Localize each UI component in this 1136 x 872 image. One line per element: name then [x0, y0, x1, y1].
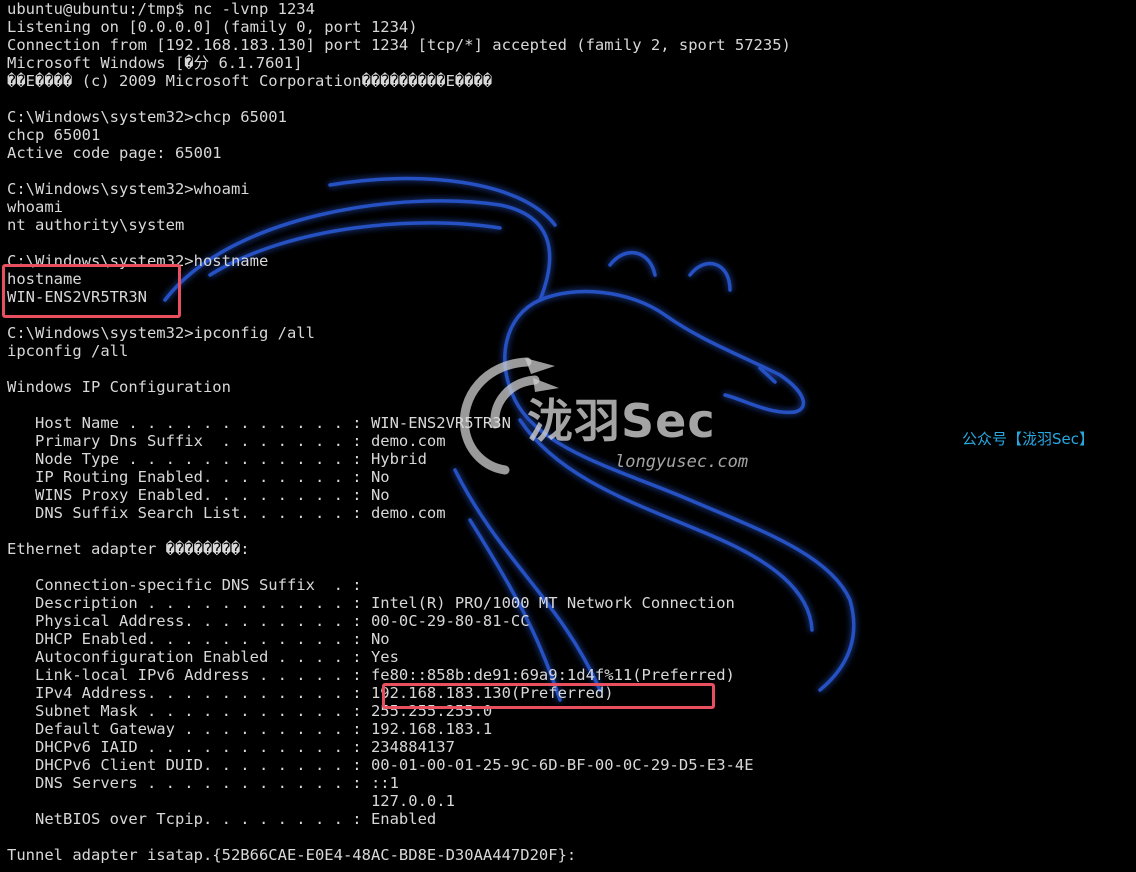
terminal-line: ubuntu@ubuntu:/tmp$ nc -lvnp 1234 [7, 0, 315, 18]
terminal-line: Ethernet adapter ��������: [7, 540, 250, 558]
terminal-line: WINS Proxy Enabled. . . . . . . . : No [7, 486, 390, 504]
terminal-line: C:\Windows\system32>ipconfig /all [7, 324, 315, 342]
terminal-line: C:\Windows\system32>chcp 65001 [7, 108, 287, 126]
terminal-line: Default Gateway . . . . . . . . . : 192.… [7, 720, 493, 738]
terminal-line: Primary Dns Suffix . . . . . . . : demo.… [7, 432, 446, 450]
terminal-line: nt authority\system [7, 216, 185, 234]
terminal-line: Active code page: 65001 [7, 144, 222, 162]
terminal-line: ��E���� (c) 2009 Microsoft Corporation��… [7, 72, 493, 90]
terminal-line: Connection-specific DNS Suffix . : [7, 576, 362, 594]
terminal-line: Link-local IPv6 Address . . . . . : fe80… [7, 666, 735, 684]
terminal-line: Autoconfiguration Enabled . . . . : Yes [7, 648, 399, 666]
watermark-account: 公众号【泷羽Sec】 [962, 430, 1094, 448]
terminal-output[interactable]: ubuntu@ubuntu:/tmp$ nc -lvnp 1234 Listeni… [7, 0, 791, 864]
terminal-line: Microsoft Windows [�分 6.1.7601] [7, 54, 303, 72]
terminal-line: NetBIOS over Tcpip. . . . . . . . : Enab… [7, 810, 437, 828]
ipv4-highlight-box [382, 683, 715, 709]
terminal-line: ipconfig /all [7, 342, 129, 360]
terminal-line: Listening on [0.0.0.0] (family 0, port 1… [7, 18, 418, 36]
terminal-line: chcp 65001 [7, 126, 101, 144]
terminal-line: DHCPv6 IAID . . . . . . . . . . . : 2348… [7, 738, 455, 756]
terminal-window[interactable]: 泷羽Sec longyusec.com 公众号【泷羽Sec】 ubuntu@ub… [0, 0, 1136, 872]
terminal-line: Connection from [192.168.183.130] port 1… [7, 36, 791, 54]
terminal-line: Windows IP Configuration [7, 378, 231, 396]
hostname-highlight-box [2, 264, 181, 318]
terminal-line: Node Type . . . . . . . . . . . . : Hybr… [7, 450, 427, 468]
terminal-line: DNS Servers . . . . . . . . . . . : ::1 [7, 774, 399, 792]
terminal-line: Description . . . . . . . . . . . : Inte… [7, 594, 735, 612]
terminal-line: DHCP Enabled. . . . . . . . . . . : No [7, 630, 390, 648]
terminal-line: IP Routing Enabled. . . . . . . . : No [7, 468, 390, 486]
terminal-line: Host Name . . . . . . . . . . . . : WIN-… [7, 414, 511, 432]
terminal-line: whoami [7, 198, 63, 216]
terminal-line: C:\Windows\system32>whoami [7, 180, 250, 198]
terminal-line: DHCPv6 Client DUID. . . . . . . . : 00-0… [7, 756, 754, 774]
terminal-line: 127.0.0.1 [7, 792, 455, 810]
terminal-line: DNS Suffix Search List. . . . . . : demo… [7, 504, 446, 522]
terminal-line: Physical Address. . . . . . . . . : 00-0… [7, 612, 530, 630]
terminal-line: Tunnel adapter isatap.{52B66CAE-E0E4-48A… [7, 846, 577, 864]
